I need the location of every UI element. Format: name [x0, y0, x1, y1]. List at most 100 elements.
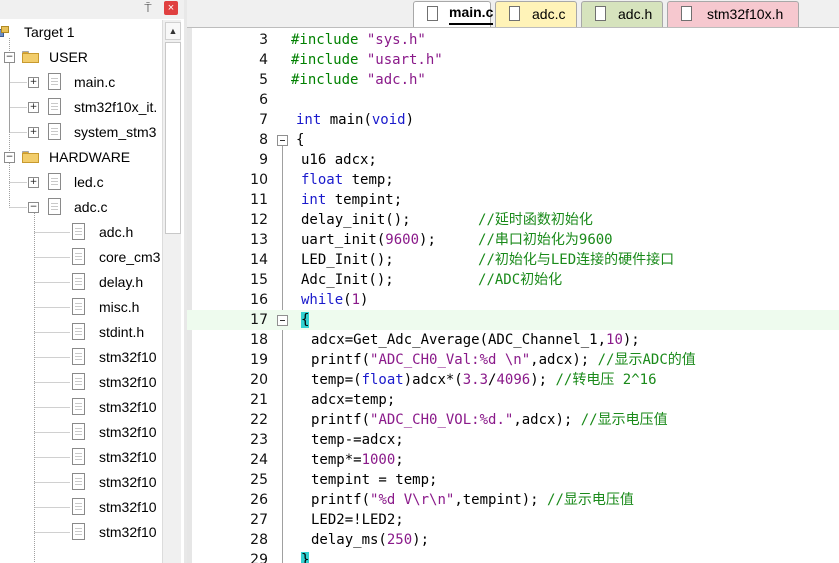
code-line[interactable]: 18 adcx=Get_Adc_Average(ADC_Channel_1,10)… — [187, 330, 839, 350]
tree-file-item[interactable]: + main.c — [0, 72, 162, 92]
tree-dependency-item[interactable]: stm32f10 — [0, 347, 162, 367]
code-line[interactable]: 20 temp=(float)adcx*(3.3/4096); //转电压 2^1… — [187, 370, 839, 390]
line-number: 17 — [250, 312, 268, 328]
code-line[interactable]: 25 tempint = temp; — [187, 470, 839, 490]
collapse-toggle-icon[interactable]: − — [4, 52, 15, 63]
code-line[interactable]: 6 — [187, 90, 839, 110]
code-line[interactable]: 27 LED2=!LED2; — [187, 510, 839, 530]
code-token: ,adcx); — [513, 412, 581, 428]
code-line[interactable]: 15 Adc_Init(); //ADC初始化 — [187, 270, 839, 290]
code-line[interactable]: 5 #include "adc.h" — [187, 70, 839, 90]
tree-dependency-item[interactable]: stm32f10 — [0, 372, 162, 392]
tree-dependency-item[interactable]: stm32f10 — [0, 397, 162, 417]
project-panel: Target 1 − USER + main.c + stm32f10x_it. + syste… — [0, 0, 187, 563]
tab-adc-h[interactable]: adc.h — [581, 1, 663, 27]
code-line[interactable]: 8{ — [187, 130, 839, 150]
tab-adc-c[interactable]: adc.c — [495, 1, 577, 27]
collapse-toggle-icon[interactable]: − — [28, 202, 39, 213]
tree-file-item[interactable]: − adc.c — [0, 197, 162, 217]
code-token: 9600 — [385, 232, 420, 248]
tab-stm32f10x-h[interactable]: stm32f10x.h — [667, 1, 799, 27]
folder-icon — [22, 151, 39, 163]
tree-dependency-item[interactable]: stm32f10 — [0, 472, 162, 492]
tree-dependency-item[interactable]: stm32f10 — [0, 497, 162, 517]
code-token: delay_ms( — [311, 532, 387, 548]
code-line[interactable]: 4 #include "usart.h" — [187, 50, 839, 70]
code-line[interactable]: 7 int main(void) — [187, 110, 839, 130]
code-token: LED2=!LED2; — [311, 512, 404, 528]
code-line[interactable]: 22 printf("ADC_CH0_VOL:%d.",adcx); //显示电压… — [187, 410, 839, 430]
tree-item-label: core_cm3 — [99, 249, 161, 265]
tree-dependency-item[interactable]: stm32f10 — [0, 447, 162, 467]
code-token: ; — [395, 452, 404, 468]
code-line[interactable]: 19 printf("ADC_CH0_Val:%d \n",adcx); //显示… — [187, 350, 839, 370]
tree-dependency-item[interactable]: core_cm3 — [0, 247, 162, 267]
tree-dependency-item[interactable]: stm32f10 — [0, 522, 162, 542]
code-token: int — [301, 192, 327, 208]
code-line[interactable]: 17 { — [187, 310, 839, 330]
tree-group-hardware[interactable]: − HARDWARE — [0, 147, 162, 167]
code-line[interactable]: 11 int tempint; — [187, 190, 839, 210]
code-line[interactable]: 10 float temp; — [187, 170, 839, 190]
code-line[interactable]: 29} — [187, 550, 839, 563]
code-line[interactable]: 9 u16 adcx; — [187, 150, 839, 170]
expand-toggle-icon[interactable]: + — [28, 77, 39, 88]
code-token: int — [296, 112, 322, 128]
code-token: temp*= — [311, 452, 362, 468]
matching-brace: } — [301, 552, 310, 563]
tree-scrollbar[interactable]: ▲ — [162, 20, 181, 563]
file-icon — [48, 123, 61, 140]
tree-file-item[interactable]: + led.c — [0, 172, 162, 192]
code-line[interactable]: 14 LED_Init(); //初始化与LED连接的硬件接口 — [187, 250, 839, 270]
tree-dependency-item[interactable]: stm32f10 — [0, 422, 162, 442]
code-token: tempint; — [326, 192, 403, 208]
code-token: #include — [291, 52, 367, 68]
fold-collapse-icon[interactable] — [277, 315, 288, 326]
scroll-up-arrow-icon[interactable]: ▲ — [165, 22, 181, 40]
file-icon — [72, 348, 85, 365]
code-line[interactable]: 26 printf("%d V\r\n",tempint); //显示电压值 — [187, 490, 839, 510]
expand-toggle-icon[interactable]: + — [28, 102, 39, 113]
code-token: #include — [291, 72, 367, 88]
line-number: 23 — [250, 432, 268, 448]
tree-dependency-item[interactable]: adc.h — [0, 222, 162, 242]
code-line[interactable]: 13 uart_init(9600); //串口初始化为9600 — [187, 230, 839, 250]
collapse-toggle-icon[interactable]: − — [4, 152, 15, 163]
tree-item-label: stm32f10 — [99, 424, 157, 440]
tree-dependency-item[interactable]: delay.h — [0, 272, 162, 292]
tree-file-item[interactable]: + system_stm3 — [0, 122, 162, 142]
tree-item-label: adc.h — [99, 224, 134, 240]
code-token: 10 — [606, 332, 623, 348]
line-number: 24 — [250, 452, 268, 468]
line-number: 21 — [250, 392, 268, 408]
code-line[interactable]: 3 #include "sys.h" — [187, 30, 839, 50]
code-text: temp=(float)adcx*(3.3/4096); //转电压 2^16 — [311, 370, 657, 390]
code-line[interactable]: 12 delay_init(); //延时函数初始化 — [187, 210, 839, 230]
tree-file-item[interactable]: + stm32f10x_it. — [0, 97, 162, 117]
code-line[interactable]: 16 while(1) — [187, 290, 839, 310]
tree-group-user[interactable]: − USER — [0, 47, 162, 67]
fold-collapse-icon[interactable] — [277, 135, 288, 146]
tree-item-target[interactable]: Target 1 — [0, 22, 162, 42]
file-icon — [48, 173, 61, 190]
code-token: adcx=temp; — [311, 392, 396, 408]
tree-dependency-item[interactable]: stdint.h — [0, 322, 162, 342]
tab-main-c[interactable]: main.c — [413, 1, 494, 27]
tree-item-label: stm32f10 — [99, 349, 157, 365]
expand-toggle-icon[interactable]: + — [28, 127, 39, 138]
scrollbar-thumb[interactable] — [165, 42, 181, 234]
code-token: ) — [360, 292, 369, 308]
tree-dependency-item[interactable]: misc.h — [0, 297, 162, 317]
tree-item-label: stm32f10 — [99, 374, 157, 390]
file-icon — [72, 248, 85, 265]
pin-icon[interactable]: ⍑ — [141, 1, 155, 15]
code-text: Adc_Init(); //ADC初始化 — [301, 270, 562, 290]
close-icon[interactable]: × — [164, 1, 178, 15]
file-icon — [72, 398, 85, 415]
code-line[interactable]: 24 temp*=1000; — [187, 450, 839, 470]
code-line[interactable]: 28 delay_ms(250); — [187, 530, 839, 550]
code-editor[interactable]: 3 #include "sys.h" 4 #include "usart.h" 5 #in… — [187, 28, 839, 563]
code-line[interactable]: 21 adcx=temp; — [187, 390, 839, 410]
expand-toggle-icon[interactable]: + — [28, 177, 39, 188]
code-line[interactable]: 23 temp-=adcx; — [187, 430, 839, 450]
